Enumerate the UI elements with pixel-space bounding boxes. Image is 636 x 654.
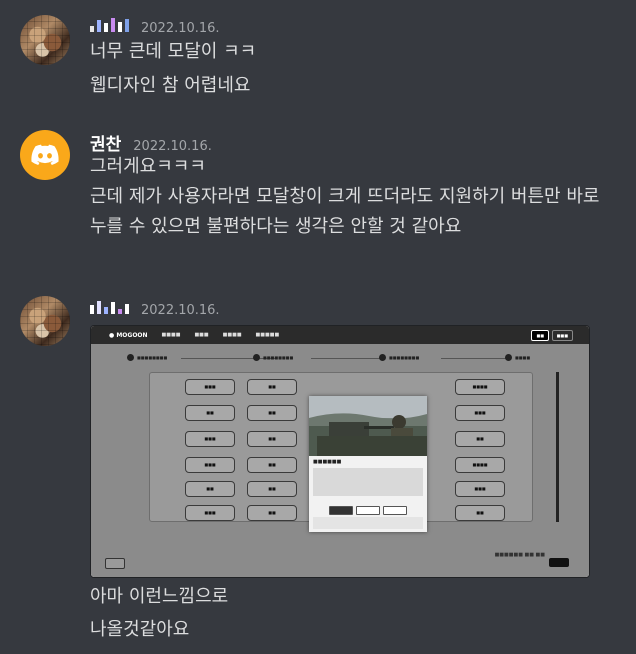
message-timestamp: 2022.10.16. — [141, 303, 220, 318]
mockup-modal: ■■■■■■ — [309, 396, 427, 532]
mockup-scrollbar — [556, 372, 559, 522]
mockup-prev-button — [105, 558, 125, 569]
message-timestamp: 2022.10.16. — [141, 21, 220, 36]
mockup-modal-text — [313, 468, 423, 496]
message-text: 웹디자인 참 어렵네요 — [90, 75, 251, 96]
message-text: 아마 이런느낌으로 — [90, 586, 229, 607]
mockup-modal-title: ■■■■■■ — [313, 459, 342, 465]
message-text: 너무 큰데 모달이 ㅋㅋ — [90, 41, 257, 62]
author-name-redacted[interactable] — [90, 14, 129, 32]
message-text: 그러게요ㅋㅋㅋ — [90, 156, 206, 177]
mockup-modal-buttons — [329, 506, 407, 515]
mockup-page-body: ■■■■■■■■ ■■■■■■■■ ■■■■■■■■ ■■■■ ■■■ ■■ ■… — [91, 344, 589, 577]
mockup-logo: ● MOGOON — [109, 331, 148, 339]
user-avatar[interactable] — [20, 15, 70, 65]
discord-logo-icon[interactable] — [20, 130, 70, 180]
mockup-navbar: ● MOGOON ■■■■ ■■■ ■■■■ ■■■■■ ■■ ■■■ — [91, 326, 589, 344]
mockup-next-button — [549, 558, 569, 567]
user-avatar[interactable] — [20, 296, 70, 346]
mockup-modal-footer — [313, 517, 423, 529]
image-attachment[interactable]: ● MOGOON ■■■■ ■■■ ■■■■ ■■■■■ ■■ ■■■ ■■■■… — [90, 325, 590, 578]
message-text: 근데 제가 사용자라면 모달창이 크게 뜨더라도 지원하기 버튼만 바로 누를 … — [90, 186, 600, 237]
mockup-modal-photo — [309, 396, 427, 456]
message-text: 나올것같아요 — [90, 619, 190, 640]
mockup-windows-watermark: ■■■■■■ ■■ ■■ — [494, 552, 545, 558]
author-name-redacted[interactable] — [90, 296, 129, 314]
